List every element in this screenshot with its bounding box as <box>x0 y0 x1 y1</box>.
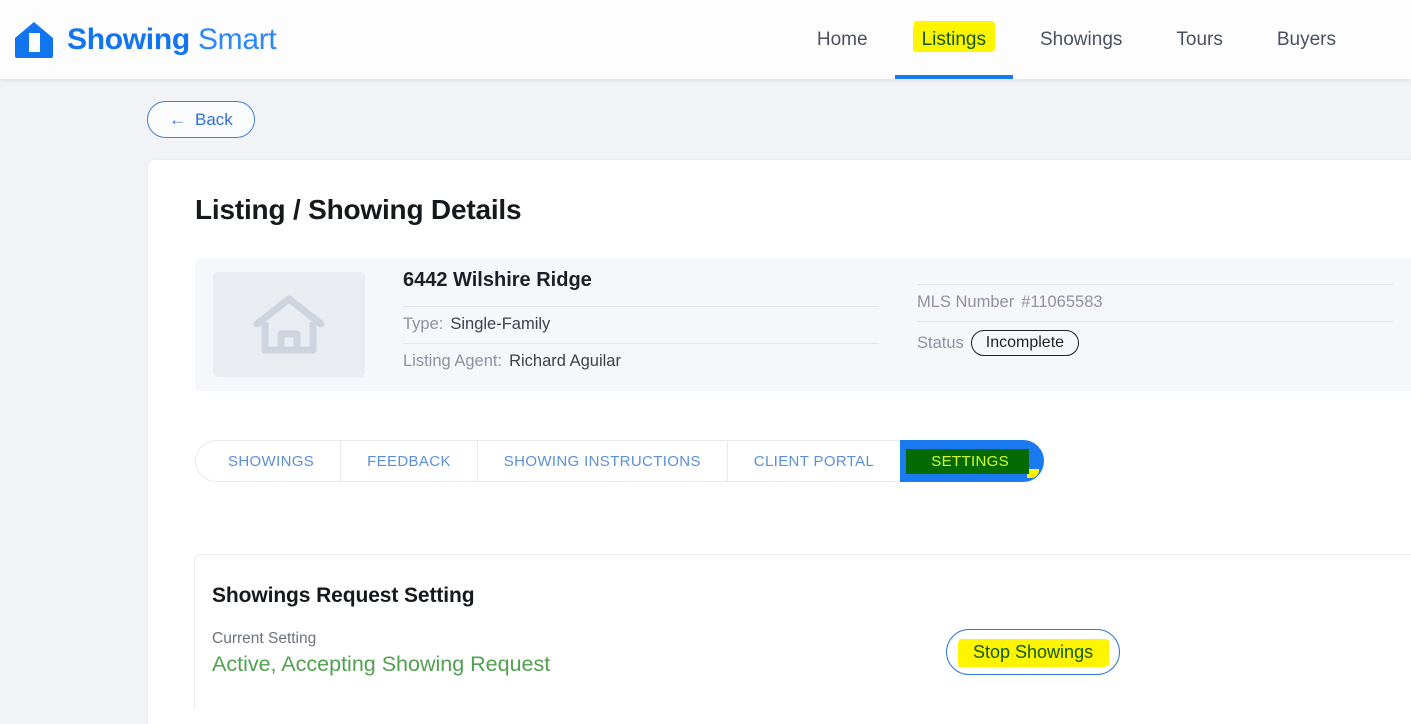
mls-number-value: #11065583 <box>1021 293 1103 311</box>
house-placeholder-icon <box>252 293 326 357</box>
mls-number-label: MLS Number <box>917 293 1015 311</box>
property-right-column: MLS Number #11065583 Status Incomplete <box>917 284 1393 365</box>
setting-section-title: Showings Request Setting <box>212 584 475 607</box>
listing-agent-value: Richard Aguilar <box>509 352 621 370</box>
mls-number-row: MLS Number #11065583 <box>917 284 1393 321</box>
current-setting-block: Current Setting Active, Accepting Showin… <box>212 630 946 677</box>
tab-client-portal[interactable]: CLIENT PORTAL <box>726 440 901 482</box>
tab-label: SHOWING INSTRUCTIONS <box>503 452 701 470</box>
tab-settings[interactable]: SETTINGS <box>900 440 1045 482</box>
tab-feedback[interactable]: FEEDBACK <box>340 440 477 482</box>
nav-item-label: Buyers <box>1276 28 1336 50</box>
stop-showings-button-label: Stop Showings <box>973 641 1094 662</box>
brand-name-secondary: Smart <box>197 22 277 56</box>
showings-request-setting-card: Showings Request Setting Current Setting… <box>194 554 1411 709</box>
back-button-label: Back <box>195 110 233 129</box>
nav-item-showings[interactable]: Showings <box>1013 0 1149 79</box>
status-row: Status Incomplete <box>917 321 1393 365</box>
brand-logo[interactable]: Showing Smart <box>8 18 277 62</box>
property-type-value: Single-Family <box>450 315 551 333</box>
nav-item-label: Listings <box>921 28 986 50</box>
tab-label: CLIENT PORTAL <box>753 452 875 470</box>
nav-item-label: Showings <box>1040 28 1123 50</box>
status-badge: Incomplete <box>970 330 1080 356</box>
property-type-label: Type: <box>403 315 444 333</box>
page-body: ← Back Listing / Showing Details 6442 Wi… <box>0 79 1411 724</box>
listing-tab-bar: SHOWINGS FEEDBACK SHOWING INSTRUCTIONS C… <box>195 440 1045 482</box>
tab-label: SHOWINGS <box>228 452 315 470</box>
main-navigation: Home Listings Showings Tours Buyers <box>790 0 1363 79</box>
property-left-column: 6442 Wilshire Ridge Type: Single-Family … <box>403 269 879 380</box>
current-setting-label: Current Setting <box>212 630 317 647</box>
tab-bar-wrap: SHOWINGS FEEDBACK SHOWING INSTRUCTIONS C… <box>148 391 1411 482</box>
back-button[interactable]: ← Back <box>147 101 255 138</box>
property-type-row: Type: Single-Family <box>403 306 879 343</box>
nav-item-home[interactable]: Home <box>790 0 895 79</box>
property-summary-panel: 6442 Wilshire Ridge Type: Single-Family … <box>195 258 1411 391</box>
house-logo-icon <box>12 18 56 62</box>
property-thumbnail <box>213 272 365 377</box>
tab-showing-instructions[interactable]: SHOWING INSTRUCTIONS <box>476 440 727 482</box>
tab-label: FEEDBACK <box>367 452 451 470</box>
nav-item-tours[interactable]: Tours <box>1149 0 1249 79</box>
back-row: ← Back <box>0 79 1411 138</box>
status-label: Status <box>917 333 964 352</box>
nav-item-buyers[interactable]: Buyers <box>1250 0 1363 79</box>
page-title: Listing / Showing Details <box>195 194 522 225</box>
nav-item-label: Home <box>816 28 868 50</box>
current-setting-value: Active, Accepting Showing Request <box>212 652 551 676</box>
left-arrow-icon: ← <box>169 110 186 129</box>
listing-agent-label: Listing Agent: <box>403 352 503 370</box>
nav-item-label: Tours <box>1176 28 1223 50</box>
brand-name: Showing Smart <box>67 22 277 56</box>
brand-name-primary: Showing <box>67 22 190 56</box>
tab-showings[interactable]: SHOWINGS <box>195 440 341 482</box>
tab-label: SETTINGS <box>931 452 1010 470</box>
nav-item-listings[interactable]: Listings <box>894 0 1014 79</box>
stop-showings-button[interactable]: Stop Showings <box>946 629 1121 675</box>
site-header: Showing Smart Home Listings Showings Tou… <box>0 0 1411 79</box>
listing-details-card: Listing / Showing Details 6442 Wilshire … <box>147 159 1411 724</box>
property-address: 6442 Wilshire Ridge <box>403 269 592 291</box>
listing-agent-row: Listing Agent: Richard Aguilar <box>403 343 879 380</box>
setting-row: Current Setting Active, Accepting Showin… <box>212 629 1411 677</box>
